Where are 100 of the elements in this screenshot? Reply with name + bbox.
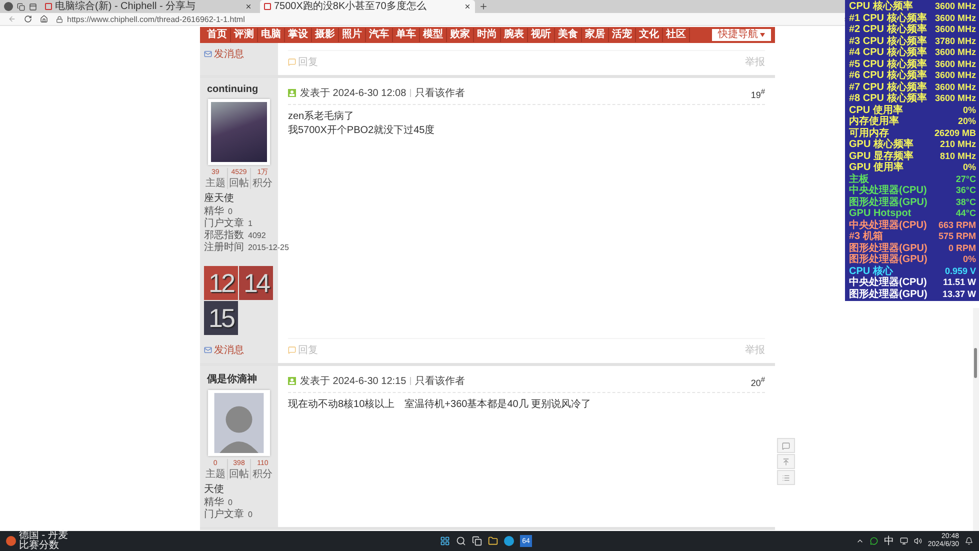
nav-link[interactable]: 摄影 — [312, 28, 339, 42]
nav-link[interactable]: 腕表 — [501, 28, 528, 42]
user-icon — [288, 377, 296, 385]
nav-link[interactable]: 家居 — [582, 28, 609, 42]
nav-link[interactable]: 社区 — [663, 28, 690, 42]
close-icon[interactable] — [245, 3, 252, 10]
sensor-label: 图形处理器(GPU) — [849, 254, 928, 265]
nav-link[interactable]: 美食 — [555, 28, 582, 42]
notification-icon[interactable] — [965, 537, 973, 545]
sensor-value: 3600 MHz — [934, 24, 976, 36]
nav-link[interactable]: 单车 — [393, 28, 420, 42]
only-author-link[interactable]: 只看该作者 — [415, 374, 466, 388]
sensor-label: #8 CPU 核心频率 — [849, 93, 927, 104]
post-text: zen系老毛病了 — [288, 111, 356, 123]
info-value: 1 — [248, 218, 252, 230]
sensor-value: 210 MHz — [940, 139, 976, 150]
sensor-label: 内存使用率 — [849, 116, 899, 128]
floor-number: 19$^{#}$ — [750, 86, 765, 100]
nav-link[interactable]: 模型 — [420, 28, 447, 42]
sensor-label: 主板 — [849, 174, 869, 184]
sensor-label: 图形处理器(GPU) — [849, 288, 928, 300]
sensor-value: 0.959 V — [944, 266, 976, 277]
folder-icon[interactable] — [488, 536, 498, 546]
network-icon[interactable] — [900, 537, 908, 545]
info-label: 邪恶指数 — [204, 230, 244, 242]
nav-link[interactable]: 活宠 — [609, 28, 636, 42]
nav-link[interactable]: 照片 — [339, 28, 366, 42]
sensor-label: 中央处理器(CPU) — [849, 185, 927, 196]
scrollbar-thumb[interactable] — [974, 348, 977, 378]
sensor-label: CPU 核心频率 — [849, 1, 913, 12]
sensor-label: #4 CPU 核心频率 — [849, 47, 927, 58]
only-author-link[interactable]: 只看该作者 — [415, 86, 466, 100]
favicon-icon — [45, 3, 52, 10]
nav-link[interactable]: 视听 — [528, 28, 555, 42]
address-field[interactable]: https://www.chiphell.com/thread-2616962-1-1.html — [56, 14, 836, 24]
info-value: 0 — [228, 497, 232, 508]
mail-icon — [204, 50, 212, 58]
nav-link[interactable]: 首页 — [204, 28, 231, 42]
stat-label: 主题 — [205, 469, 226, 480]
sensor-value: 26209 MB — [934, 128, 976, 139]
lock-icon — [56, 16, 63, 22]
medal-badge: 15 — [204, 301, 238, 335]
sensor-label: CPU 核心 — [849, 266, 893, 276]
mail-icon — [204, 346, 212, 354]
user-rank: 座天使 — [204, 193, 235, 205]
profile-icon[interactable] — [4, 2, 13, 11]
close-icon[interactable] — [464, 3, 471, 10]
sensor-label: #2 CPU 核心频率 — [849, 24, 927, 35]
sensor-value: 663 RPM — [938, 220, 976, 231]
refresh-icon[interactable] — [24, 15, 32, 23]
stat-label: 积分 — [252, 178, 273, 189]
quick-nav-button[interactable]: 快捷导航 — [712, 29, 771, 41]
info-label: 精华 — [204, 497, 224, 508]
home-icon[interactable] — [40, 15, 48, 23]
sensor-value: 810 MHz — [940, 150, 976, 162]
chat-icon[interactable] — [870, 537, 878, 545]
user-rank: 天使 — [204, 484, 225, 496]
browser-tab[interactable]: 电脑综合(新) - Chiphell - 分享与 — [41, 0, 256, 13]
sensor-value: 13.37 W — [942, 288, 976, 300]
workspaces-icon[interactable] — [17, 2, 25, 10]
sensor-value: 3600 MHz — [934, 1, 976, 12]
nav-link[interactable]: 掌设 — [285, 28, 312, 42]
comment-icon[interactable] — [777, 438, 795, 453]
ball-icon — [6, 536, 16, 546]
browser-tab[interactable]: 7500X跑的没8K小甚至70多度怎么 — [260, 0, 475, 13]
nav-link[interactable]: 文化 — [636, 28, 663, 42]
sensor-value: 3600 MHz — [934, 58, 976, 70]
news-widget[interactable]: 德国 - 丹麦 比赛分数 — [6, 531, 68, 551]
sensor-label: #5 CPU 核心频率 — [849, 58, 927, 70]
sensor-value: 27°C — [956, 174, 976, 185]
nav-link[interactable]: 汽车 — [366, 28, 393, 42]
info-label: 精华 — [204, 206, 224, 218]
nav-link[interactable]: 败家 — [447, 28, 474, 42]
new-tab-icon[interactable] — [479, 2, 488, 11]
sensor-label: #7 CPU 核心频率 — [849, 82, 927, 92]
info-label: 注册时间 — [204, 242, 244, 254]
start-icon[interactable] — [440, 536, 450, 546]
sensor-label: GPU 核心频率 — [849, 139, 914, 150]
browser-icon[interactable] — [504, 536, 514, 546]
stat-label: 回帖 — [229, 469, 249, 480]
sensor-label: 图形处理器(GPU) — [849, 242, 928, 254]
send-message-link[interactable]: 发消息 — [204, 47, 274, 61]
volume-icon[interactable] — [914, 537, 922, 545]
sensor-value: 11.51 W — [942, 277, 976, 288]
sensor-value: 44°C — [956, 208, 976, 220]
ime-indicator[interactable]: 中 — [884, 534, 894, 548]
sensor-value: 36°C — [956, 185, 976, 196]
sensor-value: 0 RPM — [948, 242, 976, 254]
nav-link[interactable]: 时尚 — [474, 28, 501, 42]
nav-link[interactable]: 电脑 — [258, 28, 285, 42]
tab-actions-icon[interactable] — [29, 2, 37, 10]
nav-link[interactable]: 评测 — [231, 28, 258, 42]
sensor-label: GPU 使用率 — [849, 162, 904, 173]
sensor-value: 0% — [962, 254, 976, 266]
info-value: 4092 — [248, 230, 266, 242]
info-value: 0 — [248, 509, 252, 521]
search-icon[interactable] — [456, 536, 466, 546]
send-message-link[interactable]: 发消息 — [204, 343, 274, 357]
task-view-icon[interactable] — [472, 536, 482, 546]
stat-label: 回帖 — [229, 178, 249, 189]
